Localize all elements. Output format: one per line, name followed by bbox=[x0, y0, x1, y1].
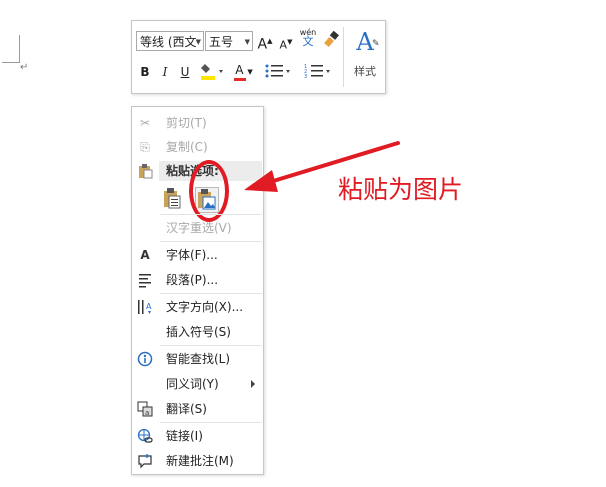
format-painter-button[interactable] bbox=[322, 30, 340, 53]
bold-button[interactable]: B bbox=[138, 63, 152, 81]
shrink-font-icon: A bbox=[279, 38, 288, 52]
phonetic-guide-button[interactable]: wén 文 bbox=[298, 28, 318, 48]
numbered-list-icon: 1 2 3 bbox=[304, 64, 330, 80]
annotation-text: 粘贴为图片 bbox=[338, 175, 464, 204]
font-name-combo[interactable]: 等线 (西文 ▼ bbox=[136, 31, 204, 51]
bullet-list-icon bbox=[265, 64, 290, 78]
font-color-button[interactable]: A ▼ bbox=[231, 61, 257, 81]
grow-font-icon: A bbox=[257, 36, 268, 53]
menu-item-paragraph[interactable]: 段落(P)... bbox=[132, 268, 263, 292]
menu-item-font[interactable]: A 字体(F)... bbox=[132, 243, 263, 267]
menu-item-label: 链接(I) bbox=[166, 429, 203, 443]
styles-button[interactable]: A ✎ bbox=[348, 25, 382, 59]
menu-separator bbox=[160, 293, 262, 294]
svg-text:3: 3 bbox=[304, 74, 307, 80]
font-name-value: 等线 (西文 bbox=[140, 35, 197, 49]
grow-font-button[interactable]: A▲ bbox=[257, 32, 273, 54]
menu-item-label: 插入符号(S) bbox=[166, 325, 231, 339]
menu-item-label: 段落(P)... bbox=[166, 273, 219, 287]
page-margin-mark-horizontal bbox=[2, 62, 20, 63]
svg-text:A: A bbox=[146, 302, 152, 311]
menu-separator bbox=[160, 241, 262, 242]
copy-icon: ⎘ bbox=[140, 140, 150, 154]
mini-toolbar: 等线 (西文 ▼ 五号 ▼ A▲ A▼ wén 文 B I U A ▼ 1 2 … bbox=[131, 20, 386, 94]
font-icon: A bbox=[140, 248, 150, 262]
bullets-button[interactable] bbox=[263, 61, 293, 86]
menu-separator bbox=[160, 345, 262, 346]
underline-button[interactable]: U bbox=[178, 63, 192, 81]
menu-item-label: 同义词(Y) bbox=[166, 377, 219, 391]
paragraph-mark-icon: ↵ bbox=[20, 62, 29, 73]
font-size-combo[interactable]: 五号 ▼ bbox=[205, 31, 253, 51]
paste-keep-text-button[interactable] bbox=[162, 187, 182, 209]
link-globe-icon bbox=[136, 428, 154, 444]
menu-item-label: 复制(C) bbox=[166, 140, 208, 154]
text-direction-icon: A bbox=[136, 299, 154, 315]
menu-item-label: 文字方向(X)... bbox=[166, 300, 244, 314]
menu-item-cut[interactable]: ✂ 剪切(T) bbox=[132, 111, 263, 135]
font-size-value: 五号 bbox=[209, 35, 234, 49]
highlight-button[interactable] bbox=[198, 61, 226, 86]
chevron-down-icon: ▼ bbox=[195, 38, 201, 46]
font-color-letter: A bbox=[235, 63, 244, 77]
paste-keep-text-icon bbox=[164, 188, 181, 209]
smart-lookup-icon bbox=[136, 351, 154, 367]
highlight-circle bbox=[189, 160, 229, 222]
translate-icon: a bbox=[136, 401, 154, 417]
menu-item-link[interactable]: 链接(I) bbox=[132, 424, 263, 448]
italic-button[interactable]: I bbox=[158, 63, 172, 81]
menu-item-smart-lookup[interactable]: 智能查找(L) bbox=[132, 347, 263, 371]
styles-label[interactable]: 样式 bbox=[348, 63, 382, 79]
paragraph-icon bbox=[136, 272, 154, 288]
menu-item-label: 字体(F)... bbox=[166, 248, 218, 262]
svg-text:a: a bbox=[145, 409, 149, 417]
menu-separator bbox=[160, 422, 262, 423]
menu-item-translate[interactable]: a 翻译(S) bbox=[132, 397, 263, 421]
menu-item-label: 剪切(T) bbox=[166, 116, 207, 130]
pinyin-char: 文 bbox=[302, 35, 314, 48]
menu-item-label: 新建批注(M) bbox=[166, 454, 234, 468]
menu-item-label: 翻译(S) bbox=[166, 402, 207, 416]
new-comment-icon bbox=[136, 453, 154, 469]
menu-item-label: 智能查找(L) bbox=[166, 352, 231, 366]
font-color-swatch bbox=[234, 78, 246, 81]
scissors-icon: ✂ bbox=[139, 116, 151, 130]
menu-item-synonyms[interactable]: 同义词(Y) bbox=[132, 372, 263, 396]
numbering-button[interactable]: 1 2 3 bbox=[303, 61, 333, 86]
page-margin-mark-vertical bbox=[19, 35, 20, 63]
menu-item-new-comment[interactable]: 新建批注(M) bbox=[132, 449, 263, 473]
clipboard-icon bbox=[136, 163, 154, 179]
chevron-down-icon: ▼ bbox=[244, 38, 250, 46]
brush-icon: ✎ bbox=[372, 39, 380, 49]
menu-item-label: 汉字重选(V) bbox=[166, 221, 232, 235]
menu-item-insert-symbol[interactable]: 插入符号(S) bbox=[132, 320, 263, 344]
highlighter-icon bbox=[201, 64, 223, 80]
submenu-arrow-icon bbox=[251, 380, 255, 388]
format-painter-icon bbox=[324, 30, 339, 47]
shrink-font-button[interactable]: A▼ bbox=[278, 33, 294, 55]
menu-item-text-direction[interactable]: A 文字方向(X)... bbox=[132, 295, 263, 319]
toolbar-separator bbox=[343, 27, 344, 87]
